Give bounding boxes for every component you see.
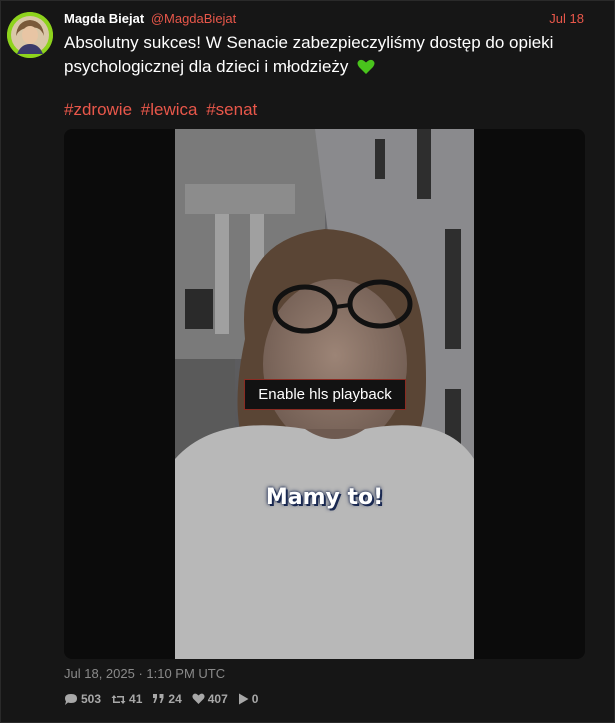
likes-count: 407 — [207, 692, 228, 706]
enable-hls-button[interactable]: Enable hls playback — [244, 379, 406, 410]
retweets-stat[interactable]: 41 — [111, 692, 142, 706]
tweet-card: Magda Biejat @MagdaBiejat Jul 18 Absolut… — [0, 0, 615, 723]
green-heart-icon — [357, 58, 375, 82]
hashtag-senat[interactable]: #senat — [206, 100, 257, 119]
tweet-header: Magda Biejat @MagdaBiejat Jul 18 — [64, 11, 584, 27]
retweet-icon — [111, 693, 126, 706]
tweet-text: Absolutny sukces! W Senacie zabezpieczyl… — [64, 33, 554, 76]
views-stat[interactable]: 0 — [238, 692, 259, 706]
author-handle[interactable]: @MagdaBiejat — [151, 11, 236, 26]
hashtag-list: #zdrowie #lewica #senat — [64, 100, 261, 120]
quote-icon — [152, 693, 165, 705]
tweet-text-container: Absolutny sukces! W Senacie zabezpieczyl… — [64, 31, 594, 82]
play-icon — [238, 693, 249, 705]
quotes-stat[interactable]: 24 — [152, 692, 182, 706]
avatar[interactable] — [7, 12, 53, 58]
views-count: 0 — [251, 692, 259, 706]
hashtag-lewica[interactable]: #lewica — [141, 100, 198, 119]
author-name[interactable]: Magda Biejat — [64, 11, 144, 26]
tweet-timestamp[interactable]: Jul 18, 2025 · 1:10 PM UTC — [64, 666, 225, 681]
video-container[interactable]: Mamy to! Enable hls playback — [64, 129, 585, 659]
retweets-count: 41 — [129, 692, 143, 706]
replies-count: 503 — [81, 692, 102, 706]
likes-stat[interactable]: 407 — [192, 692, 228, 706]
tweet-stats: 503 41 24 407 0 — [64, 691, 268, 707]
replies-stat[interactable]: 503 — [64, 692, 101, 706]
heart-icon — [192, 693, 205, 705]
quotes-count: 24 — [168, 692, 182, 706]
tweet-date[interactable]: Jul 18 — [549, 11, 584, 26]
comment-icon — [64, 693, 78, 706]
hashtag-zdrowie[interactable]: #zdrowie — [64, 100, 132, 119]
video-caption: Mamy to! — [265, 485, 384, 510]
